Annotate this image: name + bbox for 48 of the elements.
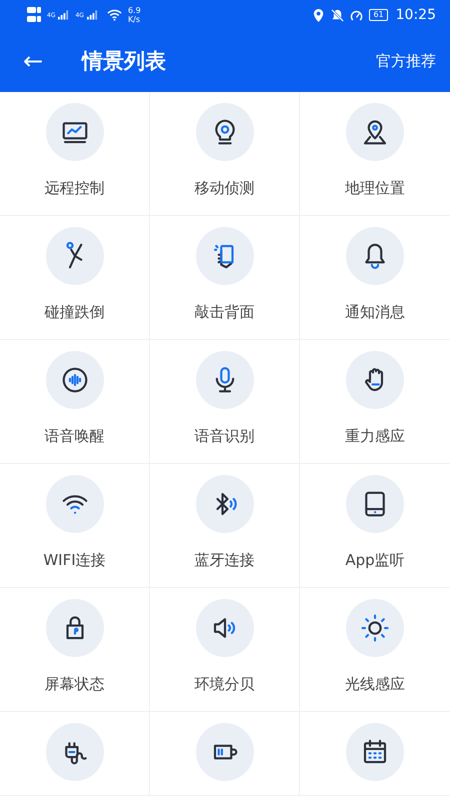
scene-item[interactable]: 通知消息 <box>300 216 450 340</box>
scene-label: 光线感应 <box>345 674 405 695</box>
location-icon <box>312 8 326 22</box>
signal-icon <box>86 10 98 20</box>
scene-label: WIFI连接 <box>43 550 106 571</box>
scene-item[interactable]: 移动侦测 <box>150 92 300 216</box>
scene-label: 敲击背面 <box>194 302 254 323</box>
scene-item[interactable] <box>150 712 300 796</box>
scene-item[interactable]: 重力感应 <box>300 340 450 464</box>
scene-item[interactable] <box>0 712 150 796</box>
speed-unit: K/s <box>128 15 141 24</box>
scene-item[interactable]: App监听 <box>300 464 450 588</box>
muted-bell-icon <box>331 8 344 22</box>
network-speed: 6.9 <box>128 6 141 15</box>
scene-item[interactable]: 语音识别 <box>150 340 300 464</box>
scene-label: 蓝牙连接 <box>194 550 254 571</box>
scene-label: 通知消息 <box>345 302 405 323</box>
scene-item[interactable]: 蓝牙连接 <box>150 464 300 588</box>
scene-label: 语音唤醒 <box>44 426 104 447</box>
gauge-icon <box>350 8 364 22</box>
sim-icon <box>27 7 41 23</box>
wifi-icon <box>106 9 122 21</box>
signal-icon <box>58 10 70 20</box>
sun-icon <box>360 613 390 643</box>
scene-label: App监听 <box>345 550 405 571</box>
recommended-link[interactable]: 官方推荐 <box>376 52 436 70</box>
scene-item[interactable]: 光线感应 <box>300 588 450 712</box>
back-button[interactable]: ← <box>20 47 46 75</box>
voice-icon <box>60 365 90 395</box>
scene-label: 屏幕状态 <box>44 674 104 695</box>
scene-item[interactable]: 环境分贝 <box>150 588 300 712</box>
scene-item[interactable]: 碰撞跌倒 <box>0 216 150 340</box>
scene-item[interactable]: 屏幕状态 <box>0 588 150 712</box>
scene-label: 环境分贝 <box>194 674 254 695</box>
scene-item[interactable]: 敲击背面 <box>150 216 300 340</box>
scene-label: 移动侦测 <box>194 178 254 199</box>
scene-label: 语音识别 <box>194 426 254 447</box>
scene-item[interactable]: 远程控制 <box>0 92 150 216</box>
scene-label: 远程控制 <box>44 178 104 199</box>
scene-label: 重力感应 <box>345 426 405 447</box>
scene-label: 地理位置 <box>345 178 405 199</box>
battery-level: 61 <box>369 9 388 21</box>
clock: 10:25 <box>396 7 436 23</box>
scene-item[interactable]: WIFI连接 <box>0 464 150 588</box>
scene-label: 碰撞跌倒 <box>44 302 104 323</box>
scene-item[interactable]: 地理位置 <box>300 92 450 216</box>
page-title: 情景列表 <box>82 48 167 75</box>
scene-item[interactable]: 语音唤醒 <box>0 340 150 464</box>
